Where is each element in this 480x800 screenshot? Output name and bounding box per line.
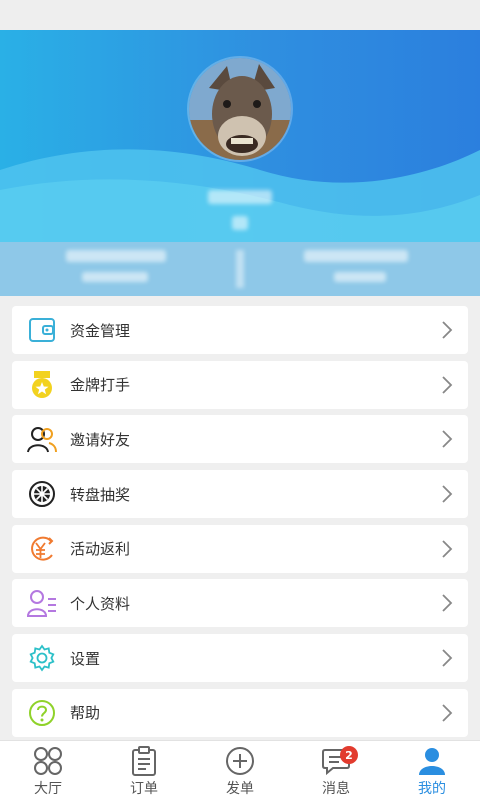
menu-item-settings[interactable]: 设置: [12, 634, 468, 683]
tab-label: 订单: [130, 781, 158, 797]
tab-label: 发单: [226, 781, 254, 797]
tab-messages[interactable]: 2 消息: [288, 741, 384, 800]
tab-mine[interactable]: 我的: [384, 741, 480, 800]
yuan-rebate-icon: [26, 533, 58, 565]
status-bar: [0, 0, 480, 30]
help-icon: [26, 697, 58, 729]
invite-friends-icon: [26, 423, 58, 455]
menu-list: 资金管理 金牌打手 邀请好友 转盘抽奖 活动返利 个人资料 设置 帮助: [12, 306, 468, 744]
stat-left-value-blurred: [82, 272, 148, 282]
chevron-right-icon: [442, 321, 453, 339]
stats-divider: [236, 250, 244, 288]
chevron-right-icon: [442, 485, 453, 503]
menu-item-profile[interactable]: 个人资料: [12, 579, 468, 628]
menu-item-label: 金牌打手: [70, 376, 131, 395]
menu-item-label: 邀请好友: [70, 430, 131, 449]
user-icon: [416, 746, 448, 776]
clipboard-icon: [128, 746, 160, 776]
menu-item-label: 个人资料: [70, 594, 131, 613]
stat-right-value-blurred: [334, 272, 386, 282]
menu-item-help[interactable]: 帮助: [12, 688, 468, 737]
chevron-right-icon: [442, 430, 453, 449]
gold-medal-icon: [26, 369, 58, 401]
hall-icon: [32, 746, 64, 776]
menu-item-label: 资金管理: [70, 321, 131, 340]
username-blurred: [208, 190, 272, 204]
menu-item-rebate[interactable]: 活动返利: [12, 524, 468, 573]
tab-label: 大厅: [34, 781, 62, 797]
chevron-right-icon: [442, 594, 453, 613]
menu-item-wheel[interactable]: 转盘抽奖: [12, 470, 468, 519]
menu-item-invite[interactable]: 邀请好友: [12, 415, 468, 464]
chevron-right-icon: [442, 704, 453, 722]
tab-label: 我的: [418, 781, 446, 797]
stats-bar: [0, 242, 480, 296]
menu-item-label: 活动返利: [70, 540, 131, 559]
chevron-right-icon: [442, 649, 453, 667]
menu-item-funds[interactable]: 资金管理: [12, 306, 468, 354]
tab-post-order[interactable]: 发单: [192, 741, 288, 800]
stat-left-blurred: [66, 250, 166, 262]
profile-header: [0, 30, 480, 242]
stat-right-blurred: [304, 250, 408, 262]
bottom-tab-bar: 大厅 订单 发单 2 消息 我的: [0, 740, 480, 800]
unread-badge: 2: [340, 746, 358, 764]
gear-icon: [26, 642, 58, 674]
tab-hall[interactable]: 大厅: [0, 741, 96, 800]
avatar[interactable]: [187, 56, 293, 162]
menu-item-label: 设置: [70, 649, 101, 668]
menu-item-label: 帮助: [70, 704, 101, 723]
wheel-lottery-icon: [26, 478, 58, 510]
tab-label: 消息: [322, 781, 350, 797]
wallet-icon: [26, 314, 58, 346]
chevron-right-icon: [442, 376, 453, 394]
plus-circle-icon: [224, 746, 256, 776]
profile-icon: [26, 587, 58, 619]
chevron-right-icon: [442, 540, 453, 558]
tab-orders[interactable]: 订单: [96, 741, 192, 800]
menu-item-gold-player[interactable]: 金牌打手: [12, 360, 468, 409]
user-id-blurred: [232, 216, 248, 230]
menu-item-label: 转盘抽奖: [70, 485, 131, 504]
